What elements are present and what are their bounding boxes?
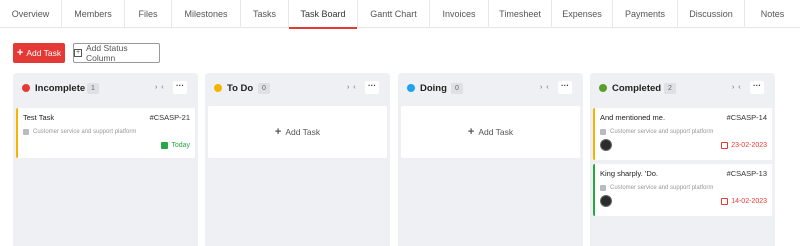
tab-files[interactable]: Files xyxy=(125,0,172,28)
add-status-column-label: Add Status Column xyxy=(85,43,128,63)
collapse-icon[interactable]: › ‹ xyxy=(732,84,742,91)
task-due-date: 23-02-2023 xyxy=(721,142,767,149)
task-code: #CSASP-21 xyxy=(149,113,190,122)
task-due-date: 14-02-2023 xyxy=(721,198,767,205)
task-card[interactable]: Test Task #CSASP-21 Customer service and… xyxy=(16,108,195,158)
project-icon xyxy=(600,185,606,191)
collapse-icon[interactable]: › ‹ xyxy=(155,84,165,91)
tab-tasks[interactable]: Tasks xyxy=(241,0,289,28)
tab-discussion[interactable]: Discussion xyxy=(678,0,745,28)
due-date-text: 14-02-2023 xyxy=(731,198,767,205)
collapse-icon[interactable]: › ‹ xyxy=(540,84,550,91)
project-name: Customer service and support platform xyxy=(33,129,137,135)
avatar[interactable] xyxy=(600,139,612,151)
column-title: To Do xyxy=(227,83,254,94)
column-title: Doing xyxy=(420,83,447,94)
more-menu-button[interactable]: ··· xyxy=(173,81,187,94)
column-title: Completed xyxy=(612,83,662,94)
tab-invoices[interactable]: Invoices xyxy=(430,0,489,28)
column-header: Doing 0 › ‹ ··· xyxy=(398,73,583,105)
task-card[interactable]: And mentioned me. #CSASP-14 Customer ser… xyxy=(593,108,772,160)
more-menu-button[interactable]: ··· xyxy=(750,81,764,94)
task-code: #CSASP-13 xyxy=(726,169,767,178)
status-dot xyxy=(599,84,607,92)
tab-gantt-chart[interactable]: Gantt Chart xyxy=(358,0,430,28)
column-header: Incomplete 1 › ‹ ··· xyxy=(13,73,198,105)
status-dot xyxy=(214,84,222,92)
task-project: Customer service and support platform xyxy=(600,129,713,135)
column-title: Incomplete xyxy=(35,83,86,94)
status-dot xyxy=(407,84,415,92)
count-badge: 0 xyxy=(258,83,270,94)
project-name: Customer service and support platform xyxy=(610,185,714,191)
calendar-icon xyxy=(721,198,729,205)
task-due-date: Today xyxy=(161,142,190,149)
count-badge: 1 xyxy=(87,83,99,94)
tab-expenses[interactable]: Expenses xyxy=(552,0,613,28)
column-incomplete: Incomplete 1 › ‹ ··· Test Task #CSASP-21… xyxy=(13,73,198,246)
add-task-button[interactable]: + Add Task xyxy=(13,43,65,63)
column-doing: Doing 0 › ‹ ··· + Add Task xyxy=(398,73,583,246)
column-to-do: To Do 0 › ‹ ··· + Add Task xyxy=(205,73,390,246)
task-card[interactable]: King sharply. 'Do. #CSASP-13 Customer se… xyxy=(593,164,772,216)
tab-overview[interactable]: Overview xyxy=(0,0,62,28)
more-menu-button[interactable]: ··· xyxy=(558,81,572,94)
add-task-card[interactable]: + Add Task xyxy=(208,106,387,158)
tab-timesheet[interactable]: Timesheet xyxy=(489,0,552,28)
project-icon xyxy=(600,129,606,135)
add-task-label: Add Task xyxy=(26,48,62,58)
collapse-icon[interactable]: › ‹ xyxy=(347,84,357,91)
project-name: Customer service and support platform xyxy=(610,129,714,135)
avatar[interactable] xyxy=(600,195,612,207)
calendar-icon xyxy=(161,142,169,149)
plus-square-icon: + xyxy=(74,49,82,57)
count-badge: 2 xyxy=(664,83,676,94)
task-title: And mentioned me. xyxy=(600,113,666,122)
task-project: Customer service and support platform xyxy=(600,185,713,191)
tab-notes[interactable]: Notes xyxy=(745,0,800,28)
add-task-label: Add Task xyxy=(285,127,321,137)
add-status-column-button[interactable]: + Add Status Column xyxy=(73,43,160,63)
column-header: Completed 2 › ‹ ··· xyxy=(590,73,775,105)
task-code: #CSASP-14 xyxy=(726,113,767,122)
project-tabs: Overview Members Files Milestones Tasks … xyxy=(0,0,800,29)
plus-icon: + xyxy=(467,126,475,138)
due-date-text: Today xyxy=(171,142,190,149)
project-icon xyxy=(23,129,29,135)
tab-milestones[interactable]: Milestones xyxy=(172,0,241,28)
tab-members[interactable]: Members xyxy=(62,0,125,28)
column-header: To Do 0 › ‹ ··· xyxy=(205,73,390,105)
plus-icon: + xyxy=(274,126,282,138)
count-badge: 0 xyxy=(451,83,463,94)
plus-icon: + xyxy=(16,46,24,59)
task-project: Customer service and support platform xyxy=(23,129,136,135)
add-task-card[interactable]: + Add Task xyxy=(401,106,580,158)
task-title: Test Task xyxy=(23,113,55,122)
task-title: King sharply. 'Do. xyxy=(600,169,658,178)
add-task-label: Add Task xyxy=(478,127,514,137)
due-date-text: 23-02-2023 xyxy=(731,142,767,149)
status-dot xyxy=(22,84,30,92)
more-menu-button[interactable]: ··· xyxy=(365,81,379,94)
column-completed: Completed 2 › ‹ ··· And mentioned me. #C… xyxy=(590,73,775,246)
tab-payments[interactable]: Payments xyxy=(613,0,678,28)
tab-task-board[interactable]: Task Board xyxy=(289,0,358,29)
calendar-icon xyxy=(721,142,729,149)
